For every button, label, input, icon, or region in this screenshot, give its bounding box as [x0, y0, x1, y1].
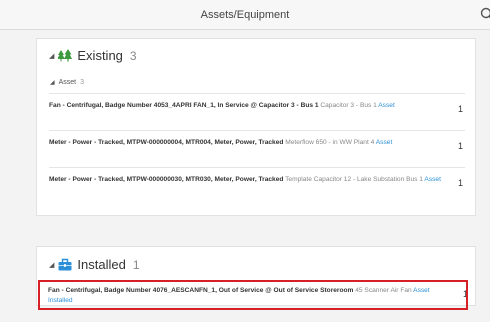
collapse-caret-icon[interactable]: ◢: [50, 79, 55, 86]
tree-icon: [58, 49, 73, 62]
item-quantity: 1: [457, 141, 463, 151]
divider: [49, 130, 465, 131]
page-title: Assets/Equipment: [200, 9, 290, 21]
item-quantity: 1: [457, 104, 463, 114]
installed-group-count: 1: [132, 257, 140, 272]
collapse-caret-icon[interactable]: ◢: [49, 52, 54, 60]
item-quantity: 1: [457, 178, 463, 188]
item-type-link[interactable]: Asset: [378, 102, 395, 109]
selection-highlight: [38, 280, 468, 310]
installed-group-header[interactable]: ◢ Installed 1: [49, 257, 140, 272]
item-location: Meterflow 650 - in WW Plant 4: [283, 139, 375, 146]
item-title: Meter - Power - Tracked, MTPW-000000030,…: [49, 176, 284, 183]
existing-group-header[interactable]: ◢ Existing 3: [49, 48, 137, 63]
top-bar: Assets/Equipment: [0, 0, 490, 30]
existing-group-title: Existing: [77, 48, 123, 63]
asset-subgroup-count: 3: [80, 79, 85, 86]
toolbox-icon: [58, 258, 72, 271]
item-type-link[interactable]: Asset: [376, 139, 393, 146]
item-title: Meter - Power - Tracked, MTPW-000000004,…: [49, 139, 284, 146]
item-title: Fan - Centrifugal, Badge Number 4053_4AP…: [49, 102, 319, 109]
item-type-link[interactable]: Asset: [424, 176, 441, 183]
asset-subgroup-label: Asset: [58, 79, 77, 86]
list-item-text: Meter - Power - Tracked, MTPW-000000030,…: [49, 175, 453, 185]
search-icon[interactable]: [480, 6, 490, 22]
item-location: Template Capacitor 12 - Lake Substation …: [283, 176, 423, 183]
existing-group-count: 3: [129, 48, 137, 63]
installed-group-title: Installed: [77, 257, 126, 272]
divider: [49, 93, 465, 94]
list-item-text: Fan - Centrifugal, Badge Number 4053_4AP…: [49, 101, 453, 111]
existing-group-card: ◢ Existing 3 ◢ Asset 3 Fan - Centrifugal…: [36, 38, 476, 216]
asset-subgroup-header[interactable]: ◢ Asset 3: [50, 79, 84, 86]
list-item-text: Meter - Power - Tracked, MTPW-000000004,…: [49, 138, 453, 148]
collapse-caret-icon[interactable]: ◢: [49, 261, 54, 269]
item-location: Capacitor 3 - Bus 1: [318, 102, 377, 109]
divider: [49, 167, 465, 168]
